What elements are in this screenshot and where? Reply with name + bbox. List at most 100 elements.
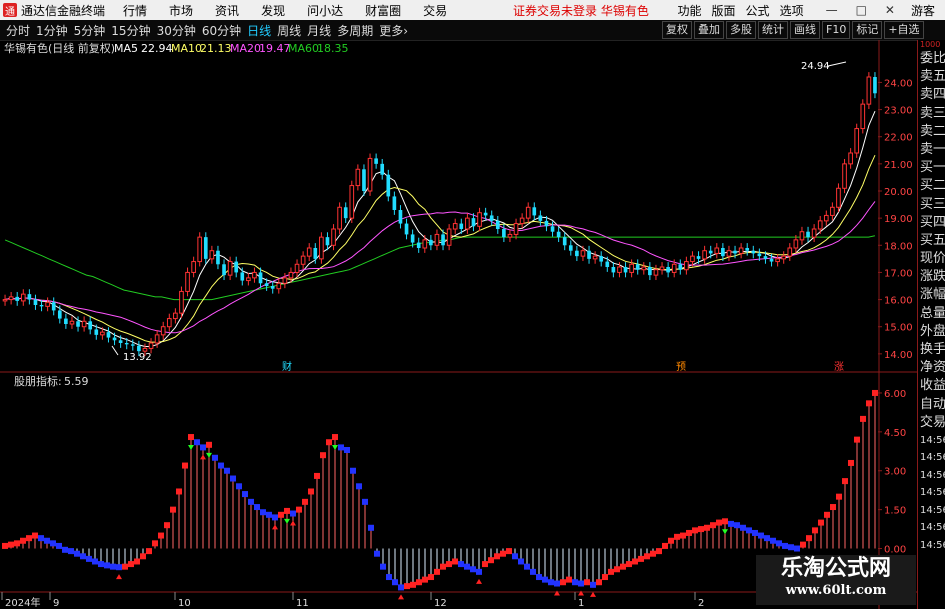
menu-item-discover[interactable]: 发现 — [261, 2, 285, 19]
chart-area[interactable]: 24.0023.0022.0021.0020.0019.0018.0017.00… — [0, 40, 917, 609]
sidebar-item: 卖四 — [920, 87, 945, 103]
menu-item-quotes[interactable]: 行情 — [123, 2, 147, 19]
menu-item-function[interactable]: 功能 — [678, 2, 702, 19]
buy-arrow-icon — [398, 594, 404, 600]
period-30min[interactable]: 30分钟 — [157, 22, 196, 39]
indicator-marker — [230, 475, 236, 482]
period-5min[interactable]: 5分钟 — [74, 22, 106, 39]
period-toolbar: 分时 1分钟 5分钟 15分钟 30分钟 60分钟 日线 周线 月线 多周期 更… — [0, 20, 945, 41]
indicator-marker — [320, 452, 326, 459]
indicator-tick-label: 0.00 — [884, 545, 906, 556]
add-watchlist-button[interactable]: +自选 — [884, 21, 924, 39]
indicator-marker — [122, 563, 128, 570]
candle-body — [416, 242, 421, 248]
period-daily[interactable]: 日线 — [247, 22, 271, 39]
indicator-marker — [644, 553, 650, 560]
maximize-icon[interactable]: □ — [856, 3, 867, 17]
indicator-marker — [800, 541, 806, 548]
overlay-button[interactable]: 叠加 — [694, 21, 724, 39]
indicator-marker — [338, 444, 344, 451]
period-more[interactable]: 更多› — [379, 22, 408, 39]
candle-body — [2, 299, 8, 302]
sidebar-top-label: 1000 — [920, 40, 941, 49]
candle-body — [817, 220, 823, 230]
indicator-tick-label: 3.00 — [884, 467, 906, 478]
candle-body — [8, 296, 14, 301]
indicator-marker — [824, 511, 830, 518]
multi-stock-button[interactable]: 多股 — [726, 21, 756, 39]
indicator-marker — [110, 563, 116, 570]
period-weekly[interactable]: 周线 — [277, 22, 301, 39]
candle-body — [124, 343, 129, 345]
candle-body — [738, 247, 744, 254]
candle-body — [148, 342, 154, 349]
indicator-marker — [296, 506, 302, 513]
sidebar-item: 自动 — [920, 396, 945, 412]
candle-body — [696, 256, 701, 259]
indicator-marker — [332, 434, 338, 441]
indicator-marker — [806, 535, 812, 542]
f10-button[interactable]: F10 — [822, 21, 851, 39]
candle-body — [27, 294, 32, 300]
menu-item-ask[interactable]: 问小达 — [307, 2, 343, 19]
indicator-marker — [206, 441, 212, 448]
stats-button[interactable]: 统计 — [758, 21, 788, 39]
candle-body — [112, 337, 117, 341]
indicator-marker — [482, 561, 488, 568]
indicator-marker — [752, 529, 758, 536]
indicator-marker — [620, 563, 626, 570]
candle-body — [592, 255, 598, 260]
window-controls: — □ ✕ — [816, 3, 895, 17]
sidebar-item: 委比 — [920, 51, 945, 66]
close-icon[interactable]: ✕ — [885, 3, 895, 17]
sidebar-item: 买一 — [920, 160, 945, 176]
menu-item-options[interactable]: 选项 — [780, 2, 804, 19]
candle-body — [197, 236, 203, 263]
draw-line-button[interactable]: 画线 — [790, 21, 820, 39]
guest-label[interactable]: 游客 — [911, 2, 935, 19]
indicator-marker — [746, 527, 752, 534]
price-axis: 24.00 23.00 22.00 21.00 20.00 19.00 18.00 17.00… — [878, 78, 913, 361]
indicator-marker — [872, 389, 878, 396]
indicator-marker — [74, 550, 80, 557]
sidebar-item: 收益 — [920, 378, 945, 394]
sidebar-item: 外盘 — [920, 323, 945, 339]
indicator-marker — [464, 563, 470, 570]
price-tick-label: 22.00 — [884, 133, 913, 144]
period-multi[interactable]: 多周期 — [337, 22, 373, 39]
period-1min[interactable]: 1分钟 — [36, 22, 68, 39]
period-60min[interactable]: 60分钟 — [202, 22, 241, 39]
candle-body — [538, 215, 543, 221]
adjust-button[interactable]: 复权 — [662, 21, 692, 39]
candle-body — [659, 266, 665, 271]
candle-body — [513, 223, 519, 235]
indicator-marker — [416, 579, 422, 586]
period-15min[interactable]: 15分钟 — [111, 22, 150, 39]
menu-item-trade[interactable]: 交易 — [423, 2, 447, 19]
candle-body — [343, 207, 348, 219]
period-timeshare[interactable]: 分时 — [6, 22, 30, 39]
indicator-marker — [866, 400, 872, 407]
period-monthly[interactable]: 月线 — [307, 22, 331, 39]
mark-button[interactable]: 标记 — [852, 21, 883, 39]
menu-item-layout[interactable]: 版面 — [712, 2, 736, 19]
candle-body — [313, 248, 318, 259]
candle-body — [733, 250, 737, 254]
indicator-marker — [668, 537, 674, 544]
indicator-marker — [20, 537, 26, 544]
menu-item-news[interactable]: 资讯 — [215, 2, 239, 19]
menu-item-market[interactable]: 市场 — [169, 2, 193, 19]
candle-body — [288, 271, 294, 279]
indicator-title: 股朋指标 — [14, 374, 58, 388]
menu-item-wealth[interactable]: 财富圈 — [365, 2, 401, 19]
login-notice[interactable]: 证券交易未登录 华锡有色 — [513, 2, 649, 19]
buy-arrow-icon — [590, 591, 596, 597]
app-logo-icon: 通 — [3, 3, 17, 18]
minimize-icon[interactable]: — — [826, 3, 838, 17]
candle-body — [137, 345, 141, 352]
candle-body — [465, 217, 470, 230]
indicator-marker — [536, 574, 542, 581]
date-label: 1 — [578, 598, 584, 609]
menu-item-formula[interactable]: 公式 — [746, 2, 770, 19]
indicator-marker — [224, 467, 230, 474]
